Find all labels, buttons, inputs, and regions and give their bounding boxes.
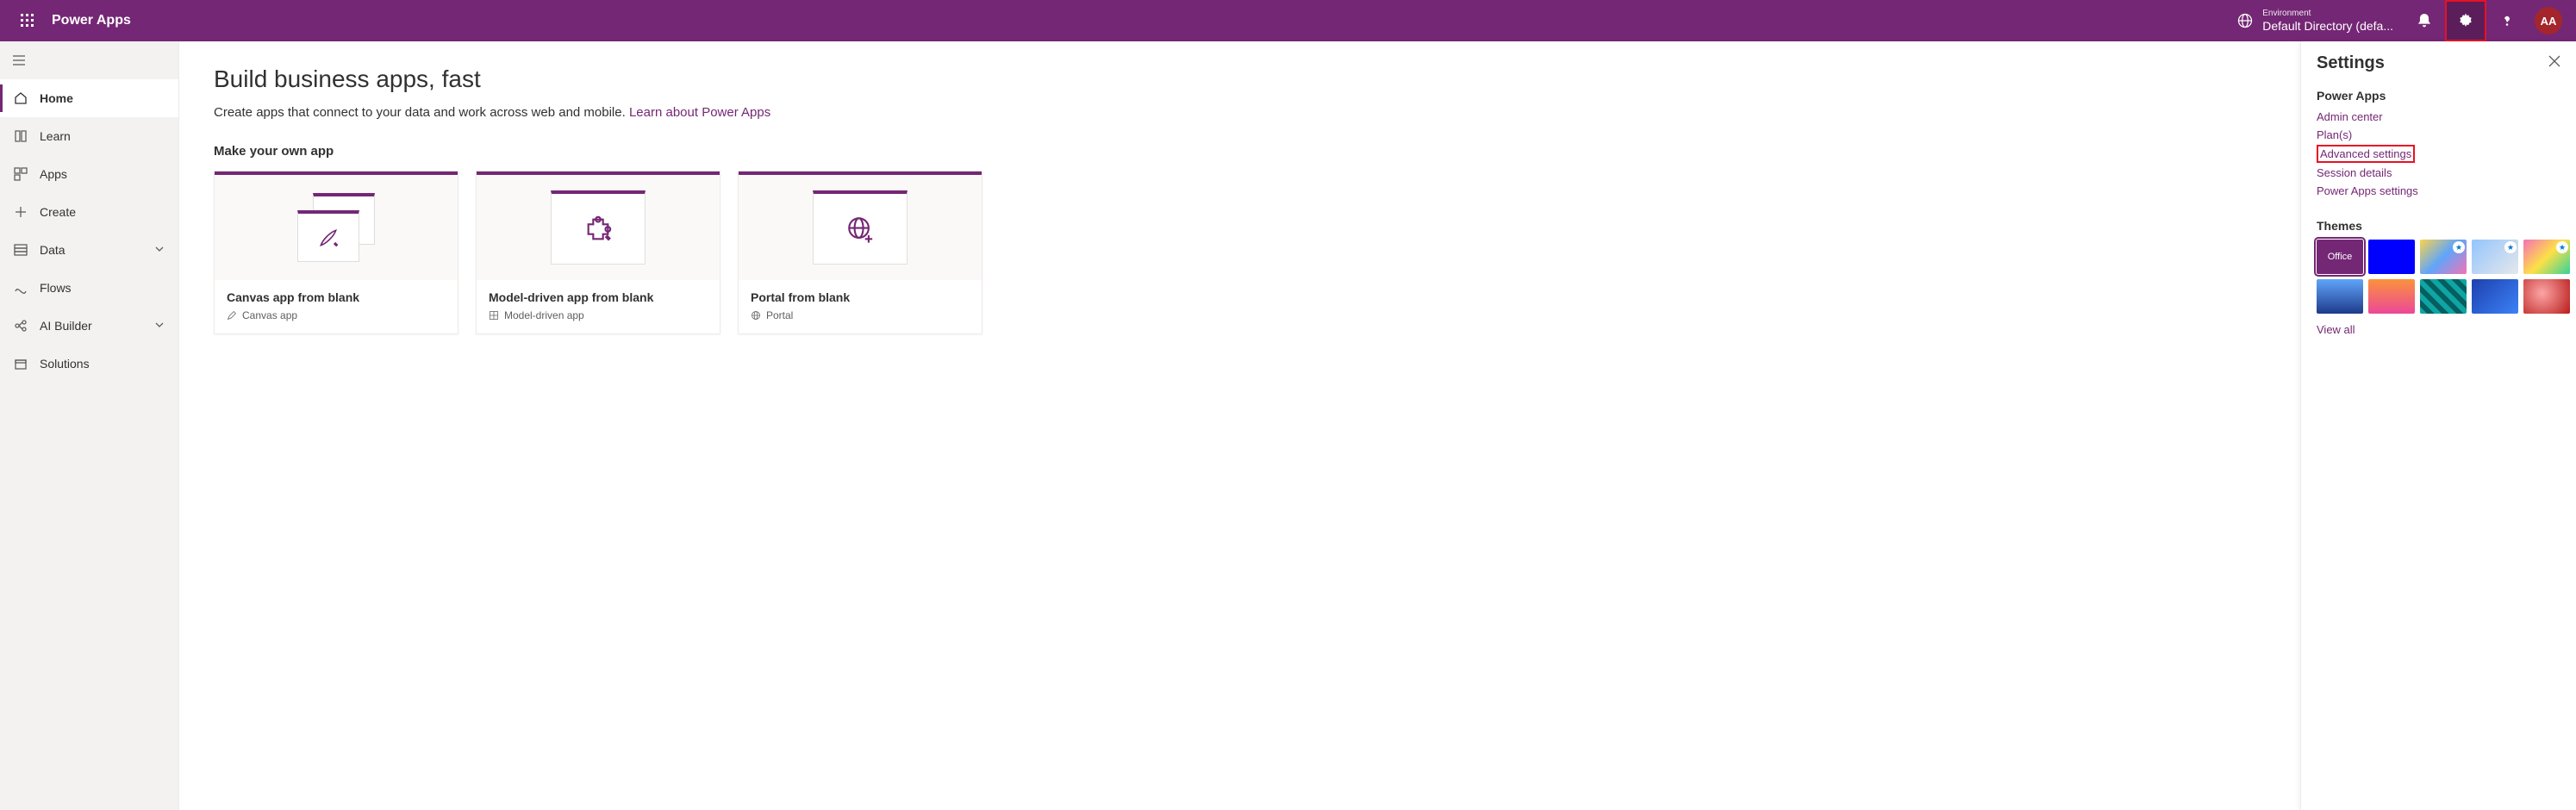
themes-view-all[interactable]: View all: [2317, 321, 2560, 339]
chevron-down-icon: [153, 242, 166, 256]
globe-small-icon: [751, 310, 761, 321]
themes-title: Themes: [2317, 219, 2560, 233]
settings-group-title: Power Apps: [2317, 89, 2560, 103]
theme-ocean[interactable]: [2317, 279, 2363, 314]
theme-sunset[interactable]: [2368, 279, 2415, 314]
sidebar-item-ai-builder[interactable]: AI Builder: [0, 307, 178, 345]
sidebar-item-label: Data: [40, 243, 65, 257]
sidebar-item-learn[interactable]: Learn: [0, 117, 178, 155]
sidebar-item-label: Solutions: [40, 357, 90, 371]
settings-button[interactable]: [2445, 0, 2486, 41]
card-title: Model-driven app from blank: [489, 290, 708, 304]
theme-grid: Office ★ ★ ★: [2317, 240, 2560, 314]
theme-rainbow-1[interactable]: ★: [2420, 240, 2467, 274]
sidebar-item-solutions[interactable]: Solutions: [0, 345, 178, 383]
app-template-cards: Canvas app from blank Canvas app Model-d…: [214, 171, 2266, 334]
puzzle-icon: [583, 215, 613, 244]
theme-office[interactable]: Office: [2317, 240, 2363, 274]
home-icon: [14, 91, 28, 105]
card-model-driven-app[interactable]: Model-driven app from blank Model-driven…: [476, 171, 720, 334]
sidebar-item-flows[interactable]: Flows: [0, 269, 178, 307]
solutions-icon: [14, 357, 28, 371]
theme-circuit[interactable]: [2420, 279, 2467, 314]
waffle-icon: [21, 14, 34, 28]
theme-clouds[interactable]: ★: [2472, 240, 2518, 274]
sidebar-item-label: AI Builder: [40, 319, 92, 333]
sidebar-item-home[interactable]: Home: [0, 79, 178, 117]
sidebar-item-label: Create: [40, 205, 76, 219]
data-icon: [14, 243, 28, 257]
chevron-down-icon: [153, 318, 166, 332]
help-icon: [2499, 13, 2515, 28]
card-subtitle: Canvas app: [242, 309, 297, 321]
settings-title: Settings: [2317, 53, 2385, 73]
sidebar-item-label: Learn: [40, 129, 71, 143]
section-title: Make your own app: [214, 144, 2266, 159]
app-launcher-button[interactable]: [7, 0, 48, 41]
pencil-icon: [227, 310, 237, 321]
globe-icon: [2236, 12, 2254, 29]
star-icon: ★: [2453, 241, 2465, 253]
settings-link-advanced-settings[interactable]: Advanced settings: [2317, 145, 2415, 163]
flow-icon: [14, 281, 28, 295]
card-portal[interactable]: Portal from blank Portal: [738, 171, 982, 334]
ai-icon: [14, 319, 28, 333]
app-header: Power Apps Environment Default Directory…: [0, 0, 2576, 41]
gear-icon: [2458, 13, 2473, 28]
sidebar: Home Learn Apps Create Data Flows AI Bui…: [0, 41, 179, 810]
environment-label: Environment: [2262, 9, 2393, 19]
environment-value: Default Directory (defa...: [2262, 19, 2393, 34]
learn-link[interactable]: Learn about Power Apps: [629, 105, 770, 120]
user-avatar[interactable]: AA: [2535, 7, 2562, 34]
theme-red-glow[interactable]: [2523, 279, 2570, 314]
star-icon: ★: [2504, 241, 2517, 253]
sidebar-item-create[interactable]: Create: [0, 193, 178, 231]
close-icon: [2548, 55, 2560, 67]
settings-link-power-apps-settings[interactable]: Power Apps settings: [2317, 182, 2560, 200]
environment-picker[interactable]: Environment Default Directory (defa...: [2226, 9, 2404, 34]
close-button[interactable]: [2548, 55, 2560, 72]
apps-icon: [14, 167, 28, 181]
bell-icon: [2417, 13, 2432, 28]
portal-illustration: [813, 190, 908, 265]
theme-unicorn[interactable]: ★: [2523, 240, 2570, 274]
card-subtitle: Portal: [766, 309, 793, 321]
sidebar-toggle[interactable]: [0, 41, 178, 79]
globe-plus-icon: [845, 215, 875, 244]
app-title: Power Apps: [48, 13, 131, 28]
sidebar-item-label: Flows: [40, 281, 72, 295]
brush-icon: [317, 227, 340, 249]
theme-navy[interactable]: [2472, 279, 2518, 314]
module-icon: [489, 310, 499, 321]
settings-panel: Settings Power Apps Admin center Plan(s)…: [2300, 41, 2576, 810]
page-subtitle: Create apps that connect to your data an…: [214, 105, 2266, 120]
help-button[interactable]: [2486, 0, 2528, 41]
sidebar-item-label: Apps: [40, 167, 67, 181]
canvas-illustration: [297, 193, 375, 262]
card-title: Canvas app from blank: [227, 290, 446, 304]
sidebar-item-label: Home: [40, 91, 73, 105]
model-illustration: [551, 190, 646, 265]
settings-link-admin-center[interactable]: Admin center: [2317, 108, 2560, 126]
settings-link-plans[interactable]: Plan(s): [2317, 126, 2560, 144]
hamburger-icon: [12, 53, 26, 67]
star-icon: ★: [2556, 241, 2568, 253]
book-icon: [14, 129, 28, 143]
card-subtitle: Model-driven app: [504, 309, 584, 321]
theme-blue[interactable]: [2368, 240, 2415, 274]
card-title: Portal from blank: [751, 290, 970, 304]
main-content: Build business apps, fast Create apps th…: [179, 41, 2300, 810]
sidebar-item-data[interactable]: Data: [0, 231, 178, 269]
notifications-button[interactable]: [2404, 0, 2445, 41]
sidebar-item-apps[interactable]: Apps: [0, 155, 178, 193]
settings-link-session-details[interactable]: Session details: [2317, 164, 2560, 182]
page-title: Build business apps, fast: [214, 65, 2266, 93]
card-canvas-app[interactable]: Canvas app from blank Canvas app: [214, 171, 458, 334]
plus-icon: [14, 205, 28, 219]
